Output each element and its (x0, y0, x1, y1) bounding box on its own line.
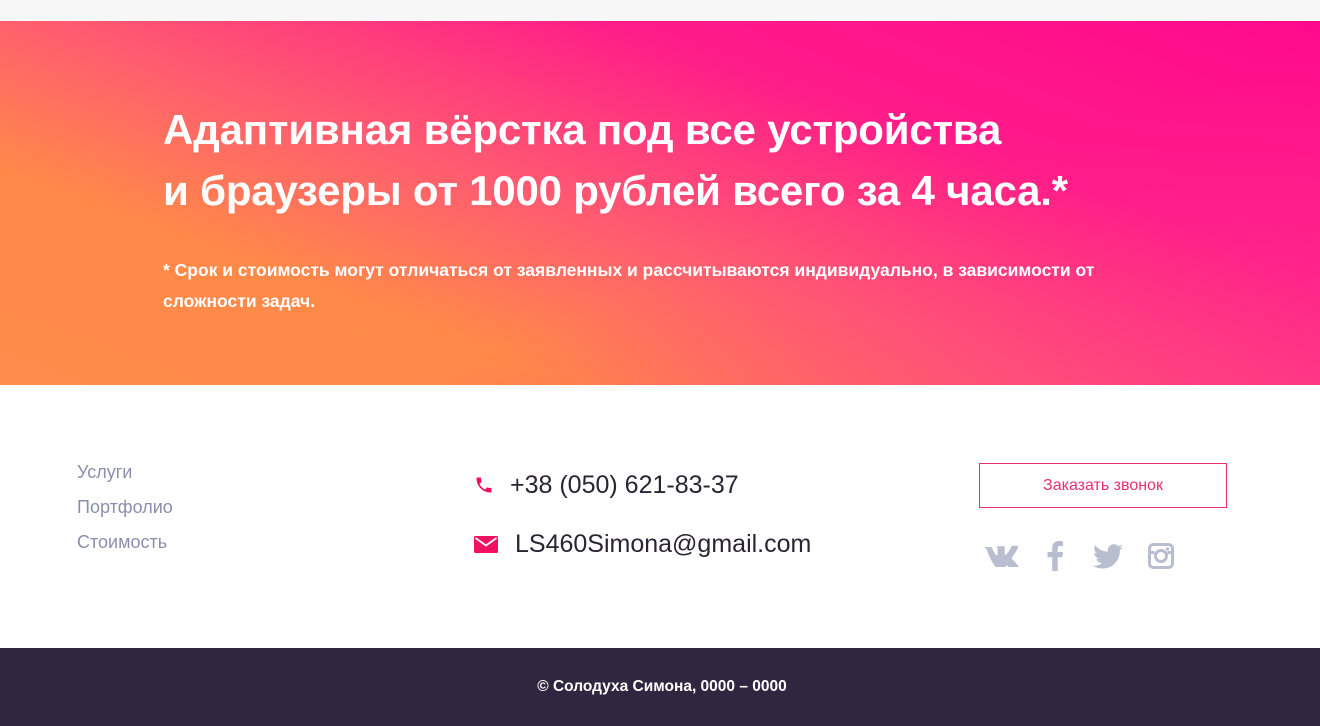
facebook-icon[interactable] (1036, 540, 1074, 572)
envelope-icon (474, 535, 498, 553)
social-links (983, 540, 1195, 572)
nav-link-pricing[interactable]: Стоимость (77, 530, 173, 565)
hero-title-line-2: и браузеры от 1000 рублей всего за 4 час… (163, 167, 1068, 214)
hero-title-line-1: Адаптивная вёрстка под все устройства (163, 106, 1002, 153)
footer-main: Услуги Портфолио Стоимость +38 (050) 621… (0, 385, 1320, 648)
phone-number[interactable]: +38 (050) 621-83-37 (510, 471, 739, 500)
hero-title: Адаптивная вёрстка под все устройства и … (163, 99, 1173, 221)
email-address[interactable]: LS460Simona@gmail.com (515, 530, 811, 559)
footer-nav: Услуги Портфолио Стоимость (77, 460, 173, 565)
phone-icon (474, 475, 498, 495)
nav-link-services[interactable]: Услуги (77, 460, 173, 495)
hero-banner: Адаптивная вёрстка под все устройства и … (0, 21, 1320, 385)
top-strip (0, 0, 1320, 21)
copyright-text: © Солодуха Симона, 0000 – 0000 (537, 678, 787, 695)
vk-icon[interactable] (983, 540, 1021, 572)
phone-row[interactable]: +38 (050) 621-83-37 (474, 468, 811, 502)
hero-footnote: * Срок и стоимость могут отличаться от з… (163, 260, 1095, 311)
nav-link-portfolio[interactable]: Портфолио (77, 495, 173, 530)
instagram-icon[interactable] (1142, 540, 1180, 572)
order-call-button[interactable]: Заказать звонок (979, 463, 1227, 508)
email-row[interactable]: LS460Simona@gmail.com (474, 527, 811, 561)
copyright-bar: © Солодуха Симона, 0000 – 0000 (0, 648, 1320, 726)
hero-content: Адаптивная вёрстка под все устройства и … (163, 99, 1173, 317)
twitter-icon[interactable] (1089, 540, 1127, 572)
contacts: +38 (050) 621-83-37 LS460Simona@gmail.co… (474, 468, 811, 561)
